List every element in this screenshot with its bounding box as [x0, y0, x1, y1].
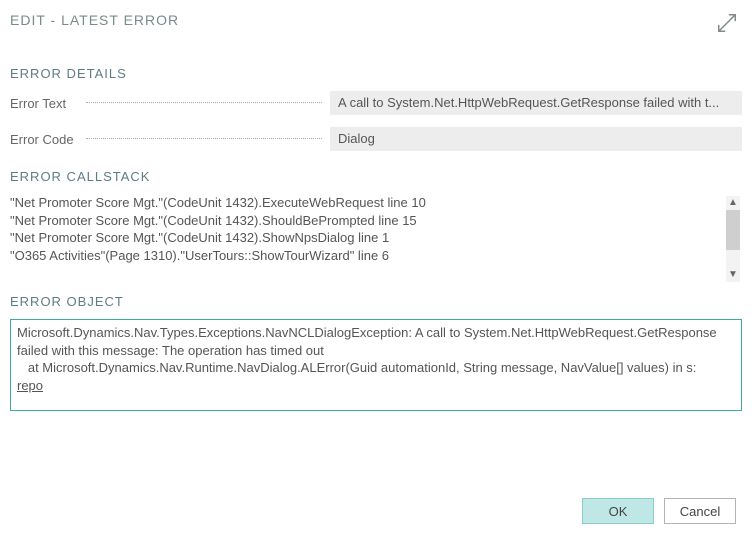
callstack-line: "Net Promoter Score Mgt."(CodeUnit 1432)…	[10, 212, 724, 230]
expand-icon[interactable]	[716, 12, 738, 34]
scrollbar-thumb[interactable]	[17, 394, 735, 422]
cancel-button[interactable]: Cancel	[664, 498, 736, 524]
error-code-value[interactable]: Dialog	[330, 127, 742, 151]
callstack-line: "Net Promoter Score Mgt."(CodeUnit 1432)…	[10, 194, 724, 212]
error-object-text: Microsoft.Dynamics.Nav.Types.Exceptions.…	[17, 324, 735, 394]
field-error-code: Error Code Dialog	[10, 127, 742, 151]
scroll-down-icon[interactable]: ▼	[726, 268, 740, 282]
section-callstack-title: ERROR CALLSTACK	[10, 169, 742, 184]
dialog-footer: OK Cancel	[582, 498, 736, 524]
callstack-text: "Net Promoter Score Mgt."(CodeUnit 1432)…	[10, 194, 742, 264]
section-error-object-title: ERROR OBJECT	[10, 294, 742, 309]
error-text-label: Error Text	[10, 96, 80, 111]
dotted-leader	[86, 102, 322, 103]
error-text-value[interactable]: A call to System.Net.HttpWebRequest.GetR…	[330, 91, 742, 115]
scroll-up-icon[interactable]: ▲	[726, 196, 740, 210]
error-object-box[interactable]: Microsoft.Dynamics.Nav.Types.Exceptions.…	[10, 319, 742, 411]
callstack-line: "O365 Activities"(Page 1310)."UserTours:…	[10, 247, 724, 265]
dotted-leader	[86, 138, 322, 139]
dialog-content: ERROR DETAILS Error Text A call to Syste…	[0, 66, 752, 411]
scrollbar-thumb[interactable]	[726, 210, 740, 250]
dialog-title: EDIT - LATEST ERROR	[10, 12, 179, 28]
ok-button[interactable]: OK	[582, 498, 654, 524]
callstack-box[interactable]: "Net Promoter Score Mgt."(CodeUnit 1432)…	[10, 194, 742, 284]
section-error-details-title: ERROR DETAILS	[10, 66, 742, 81]
callstack-line: "Net Promoter Score Mgt."(CodeUnit 1432)…	[10, 229, 724, 247]
error-code-label: Error Code	[10, 132, 80, 147]
dialog-header: EDIT - LATEST ERROR	[0, 0, 752, 40]
field-error-text: Error Text A call to System.Net.HttpWebR…	[10, 91, 742, 115]
